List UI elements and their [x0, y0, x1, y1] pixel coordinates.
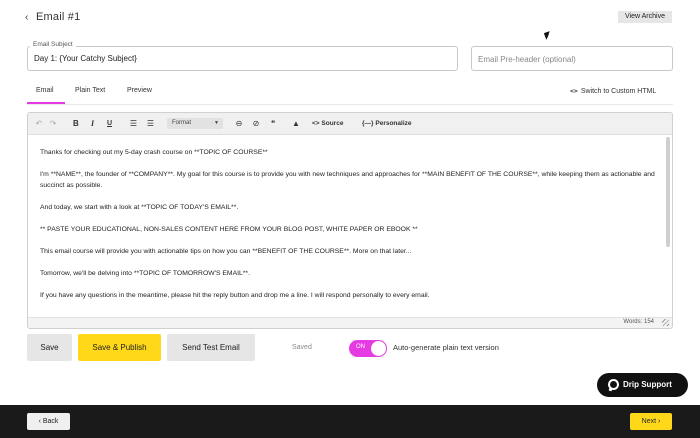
- editor-tabs: Email Plain Text Preview <> Switch to Cus…: [27, 84, 673, 105]
- editor-scrollbar-thumb[interactable]: [666, 137, 670, 247]
- bulleted-list-icon[interactable]: ☰: [128, 118, 139, 130]
- tab-plain-text[interactable]: Plain Text: [75, 87, 105, 105]
- undo-icon[interactable]: ↶: [34, 118, 44, 130]
- body-paragraph: If you have any questions in the meantim…: [40, 292, 430, 299]
- body-paragraph: This email course will provide you with …: [40, 248, 412, 255]
- italic-button[interactable]: I: [91, 118, 94, 130]
- underline-button[interactable]: U: [107, 118, 112, 130]
- back-button[interactable]: ‹ Back: [27, 413, 70, 430]
- mouse-cursor-icon: [543, 31, 553, 40]
- source-button[interactable]: <> Source: [312, 118, 343, 130]
- format-select-value: Format: [172, 120, 192, 126]
- saved-status: Saved: [292, 344, 312, 351]
- toggle-on-label: ON: [356, 344, 365, 350]
- link-icon[interactable]: ⊖: [233, 118, 245, 130]
- auto-generate-toggle[interactable]: ON: [349, 340, 387, 357]
- editor-body[interactable]: Thanks for checking out my 5-day crash c…: [40, 147, 660, 317]
- editor-toolbar: ↶ ↷ B I U ☰ ☰ Format ▼ ⊖ ⊘ ❝ ▲ <> Source…: [28, 113, 672, 135]
- preheader-field[interactable]: [471, 46, 673, 71]
- page-title: Email #1: [36, 11, 81, 23]
- toggle-knob: [371, 341, 386, 356]
- redo-icon[interactable]: ↷: [48, 118, 58, 130]
- email-subject-value[interactable]: Day 1: {Your Catchy Subject}: [34, 54, 137, 63]
- image-icon[interactable]: ▲: [290, 118, 302, 130]
- body-paragraph: I'm **NAME**, the founder of **COMPANY**…: [40, 171, 655, 189]
- auto-generate-label: Auto-generate plain text version: [393, 343, 499, 352]
- switch-custom-html-label: Switch to Custom HTML: [580, 88, 657, 95]
- save-publish-button[interactable]: Save & Publish: [78, 334, 161, 361]
- back-chevron-icon[interactable]: ‹: [25, 12, 28, 23]
- body-paragraph: ** PASTE YOUR EDUCATIONAL, NON-SALES CON…: [40, 226, 418, 233]
- unlink-icon[interactable]: ⊘: [250, 118, 262, 130]
- page-header: ‹ Email #1 View Archive: [0, 0, 700, 40]
- bold-button[interactable]: B: [73, 118, 79, 130]
- numbered-list-icon[interactable]: ☰: [145, 118, 156, 130]
- email-editor: ↶ ↷ B I U ☰ ☰ Format ▼ ⊖ ⊘ ❝ ▲ <> Source…: [27, 112, 673, 329]
- drip-support-label: Drip Support: [623, 380, 672, 389]
- email-subject-field[interactable]: Day 1: {Your Catchy Subject}: [27, 46, 458, 71]
- body-paragraph: Tomorrow, we'll be delving into **TOPIC …: [40, 270, 250, 277]
- chat-bubble-icon: [608, 379, 619, 390]
- preheader-input[interactable]: [478, 53, 666, 65]
- drip-support-button[interactable]: Drip Support: [597, 373, 688, 397]
- chevron-down-icon: ▼: [214, 120, 219, 126]
- send-test-email-button[interactable]: Send Test Email: [167, 334, 255, 361]
- body-paragraph: Thanks for checking out my 5-day crash c…: [40, 149, 268, 156]
- footer-bar: ‹ Back Next ›: [0, 405, 700, 438]
- word-count: Words: 154: [623, 319, 654, 325]
- tab-email[interactable]: Email: [27, 87, 65, 105]
- resize-grip-icon[interactable]: [662, 319, 669, 326]
- format-select[interactable]: Format ▼: [167, 118, 223, 129]
- body-paragraph: And today, we start with a look at **TOP…: [40, 204, 239, 211]
- tab-preview[interactable]: Preview: [127, 87, 152, 105]
- code-icon: <>: [570, 87, 578, 95]
- email-subject-label: Email Subject: [30, 41, 76, 48]
- quote-icon[interactable]: ❝: [268, 118, 278, 130]
- switch-custom-html-link[interactable]: <> Switch to Custom HTML: [570, 87, 656, 95]
- next-button[interactable]: Next ›: [630, 413, 672, 430]
- save-button[interactable]: Save: [27, 334, 72, 361]
- personalize-button[interactable]: {—} Personalize: [362, 118, 412, 130]
- editor-statusbar: Words: 154: [28, 317, 672, 328]
- editor-scrollbar[interactable]: [665, 137, 670, 317]
- view-archive-button[interactable]: View Archive: [618, 11, 672, 23]
